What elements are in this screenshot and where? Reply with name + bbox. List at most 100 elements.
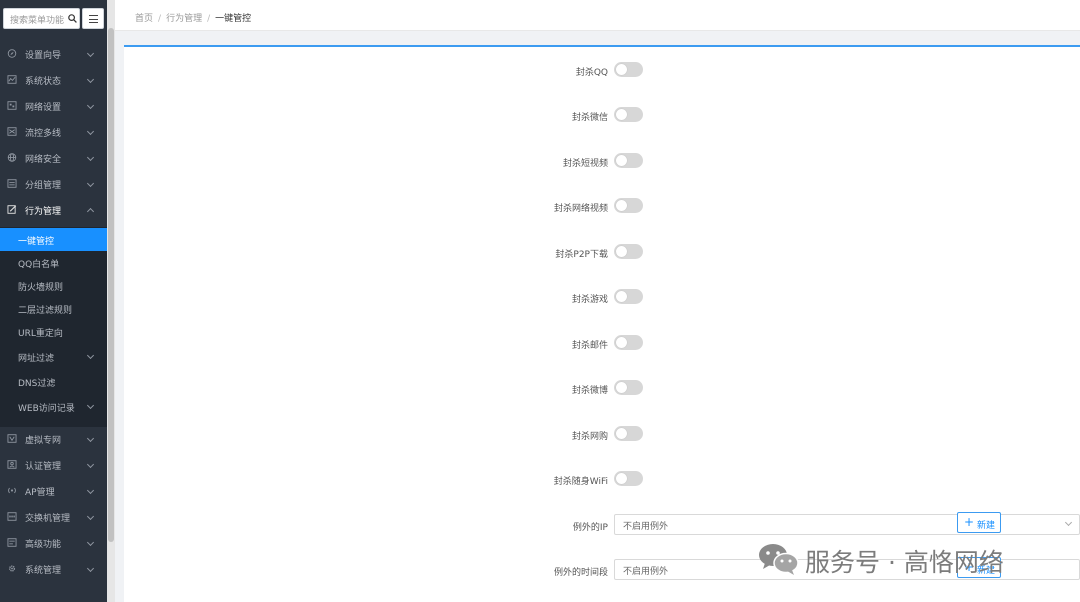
sidebar-item-ap-management[interactable]: AP管理 [0,478,107,504]
group-icon [7,179,17,188]
toggle-row-block-shopping: 封杀网购 [124,426,724,446]
sidebar-item-behavior-management[interactable]: 行为管理 [0,197,107,223]
breadcrumb-current: 一键管控 [215,14,252,24]
main-panel: 封杀QQ 封杀微信 封杀短视频 封杀网络视频 封杀P2P下载 封杀游戏 封杀邮件… [124,45,1080,602]
behavior-submenu: 一键管控 QQ白名单 防火墙规则 二层过滤规则 URL重定向 网址过滤 DNS过… [0,227,107,427]
submenu-item-web-access-log[interactable]: WEB访问记录 [0,395,107,418]
toggle-label: 封杀QQ [575,68,608,78]
sidebar-item-switch-management[interactable]: 交换机管理 [0,504,107,530]
toggle-label: 封杀微信 [571,113,608,123]
sidebar-item-label: 高级功能 [25,540,62,550]
sidebar-item-group-management[interactable]: 分组管理 [0,171,107,197]
sidebar-item-label: 认证管理 [25,462,62,472]
switch-knob [616,428,627,439]
sidebar-item-network-settings[interactable]: 网络设置 [0,93,107,119]
sidebar-item-vpn[interactable]: 虚拟专网 [0,426,107,452]
sidebar-item-label: 网络安全 [25,155,62,165]
menu-search: 搜索菜单功能 [3,8,104,29]
toggle-row-block-wechat: 封杀微信 [124,107,724,127]
sidebar-item-label: 流控多线 [25,129,62,139]
switch-knob [616,473,627,484]
gear-icon [8,565,16,572]
toggle-label: 封杀P2P下载 [555,250,608,260]
toggle-label: 封杀短视频 [562,159,608,169]
block-wechat-switch[interactable] [614,107,643,122]
block-email-switch[interactable] [614,335,643,350]
search-icon[interactable] [68,14,77,23]
plus-icon: + [964,515,975,529]
sidebar-item-network-security[interactable]: 网络安全 [0,145,107,171]
sidebar-item-flow-control[interactable]: 流控多线 [0,119,107,145]
sidebar-item-auth-management[interactable]: 认证管理 [0,452,107,478]
sidebar-item-label: 交换机管理 [25,514,71,524]
exception-ip-value: 不启用例外 [623,522,669,532]
submenu-item-layer2-filter[interactable]: 二层过滤规则 [0,297,107,320]
block-portable-wifi-switch[interactable] [614,471,643,486]
chevron-down-icon [86,486,95,495]
submenu-item-url-redirect[interactable]: URL重定向 [0,320,107,343]
compass-icon [7,49,17,58]
block-games-switch[interactable] [614,289,643,304]
sidebar-item-label: 虚拟专网 [25,436,62,446]
block-qq-switch[interactable] [614,62,643,77]
submenu-item-one-click-control[interactable]: 一键管控 [0,228,107,251]
sidebar-item-label: 系统管理 [25,566,62,576]
block-short-video-switch[interactable] [614,153,643,168]
submenu-item-label: DNS过滤 [18,379,56,389]
chevron-down-icon [86,179,95,188]
toggle-label: 封杀邮件 [571,341,608,351]
submenu-item-dns-filter[interactable]: DNS过滤 [0,370,107,393]
block-shopping-switch[interactable] [614,426,643,441]
sidebar-item-setup-wizard[interactable]: 设置向导 [0,41,107,67]
exception-ip-label: 例外的IP [572,523,608,533]
sidebar-item-advanced-features[interactable]: 高级功能 [0,530,107,556]
watermark-text: 服务号 · 高恪网络 [805,548,1004,577]
sidebar-item-label: 网络设置 [25,103,62,113]
wifi-ap-icon [8,487,16,494]
breadcrumb-separator: / [207,14,211,24]
scrollbar-thumb[interactable] [108,28,114,542]
chevron-down-icon [86,512,95,521]
chevron-down-icon [86,101,95,110]
watermark: 服务号 · 高恪网络 [757,542,1057,578]
switch-knob [616,64,627,75]
chevron-down-icon [86,538,95,547]
chevron-down-icon [86,460,95,469]
switch-knob [616,246,627,257]
sidebar-item-system-management[interactable]: 系统管理 [0,556,107,582]
submenu-item-qq-whitelist[interactable]: QQ白名单 [0,251,107,274]
sidebar-item-label: 设置向导 [25,51,62,61]
sidebar-item-label: AP管理 [25,488,55,498]
submenu-item-label: URL重定向 [18,329,63,339]
switch-knob [616,337,627,348]
submenu-item-url-filter[interactable]: 网址过滤 [0,345,107,368]
breadcrumb-parent[interactable]: 行为管理 [166,14,202,24]
breadcrumb-home[interactable]: 首页 [135,14,153,24]
exception-ip-select[interactable]: 不启用例外 [614,514,1080,535]
switch-knob [616,382,627,393]
chevron-down-icon [86,564,95,573]
menu-search-input[interactable]: 搜索菜单功能 [3,8,80,29]
submenu-item-firewall-rules[interactable]: 防火墙规则 [0,274,107,297]
sidebar-item-system-status[interactable]: 系统状态 [0,67,107,93]
toggle-label: 封杀网购 [571,432,608,442]
block-online-video-switch[interactable] [614,198,643,213]
block-p2p-switch[interactable] [614,244,643,259]
block-weibo-switch[interactable] [614,380,643,395]
exception-ip-new-button[interactable]: + 新建 [957,512,1001,533]
chart-icon [7,75,17,84]
toggle-row-block-p2p: 封杀P2P下载 [124,244,724,264]
sidebar-scrollbar[interactable] [107,0,115,602]
toggle-label: 封杀微博 [571,386,608,396]
menu-toggle-button[interactable] [82,8,104,29]
advanced-icon [7,538,17,547]
chevron-down-icon [86,401,95,410]
globe-icon [7,153,17,162]
toggle-label: 封杀网络视频 [553,204,608,214]
breadcrumb-separator: / [158,14,162,24]
breadcrumb: 首页 / 行为管理 / 一键管控 [135,11,251,24]
exception-time-value: 不启用例外 [623,567,669,577]
switch-knob [616,200,627,211]
switch-knob [616,109,627,120]
submenu-item-label: QQ白名单 [18,260,60,270]
